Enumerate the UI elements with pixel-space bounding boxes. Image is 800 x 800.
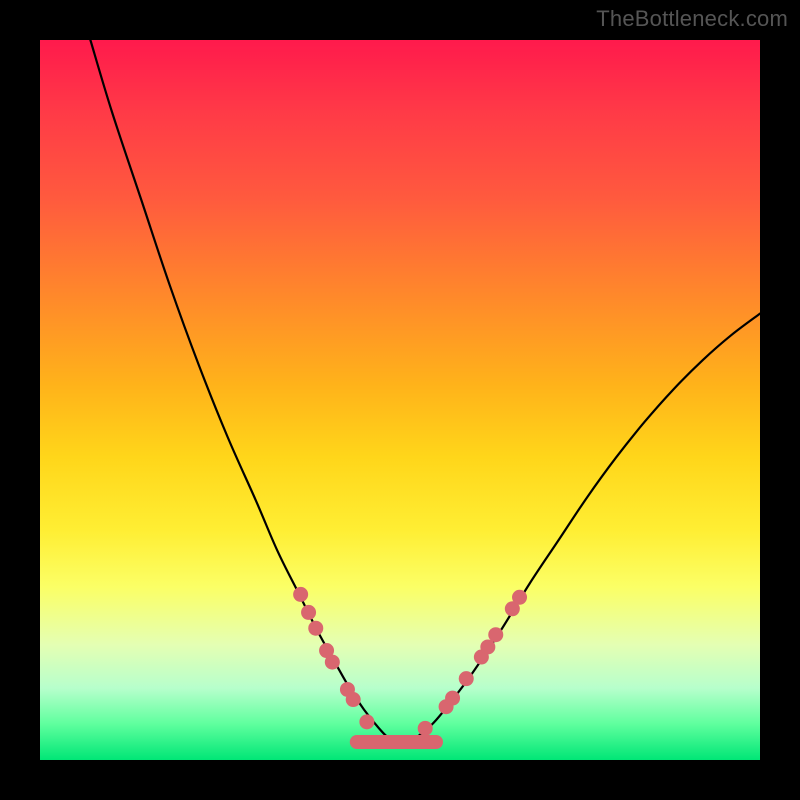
data-point: [459, 671, 474, 686]
data-point: [293, 587, 308, 602]
chart-frame: TheBottleneck.com: [0, 0, 800, 800]
data-point: [418, 721, 433, 736]
data-point: [308, 621, 323, 636]
right-cluster: [418, 590, 527, 736]
data-point: [325, 655, 340, 670]
data-point: [359, 714, 374, 729]
data-point: [512, 590, 527, 605]
data-point: [488, 627, 503, 642]
chart-svg: [40, 40, 760, 760]
data-point: [301, 605, 316, 620]
data-point: [445, 691, 460, 706]
plot-area: [40, 40, 760, 760]
watermark-text: TheBottleneck.com: [596, 6, 788, 32]
data-point: [346, 692, 361, 707]
bottleneck-curve: [90, 40, 760, 742]
